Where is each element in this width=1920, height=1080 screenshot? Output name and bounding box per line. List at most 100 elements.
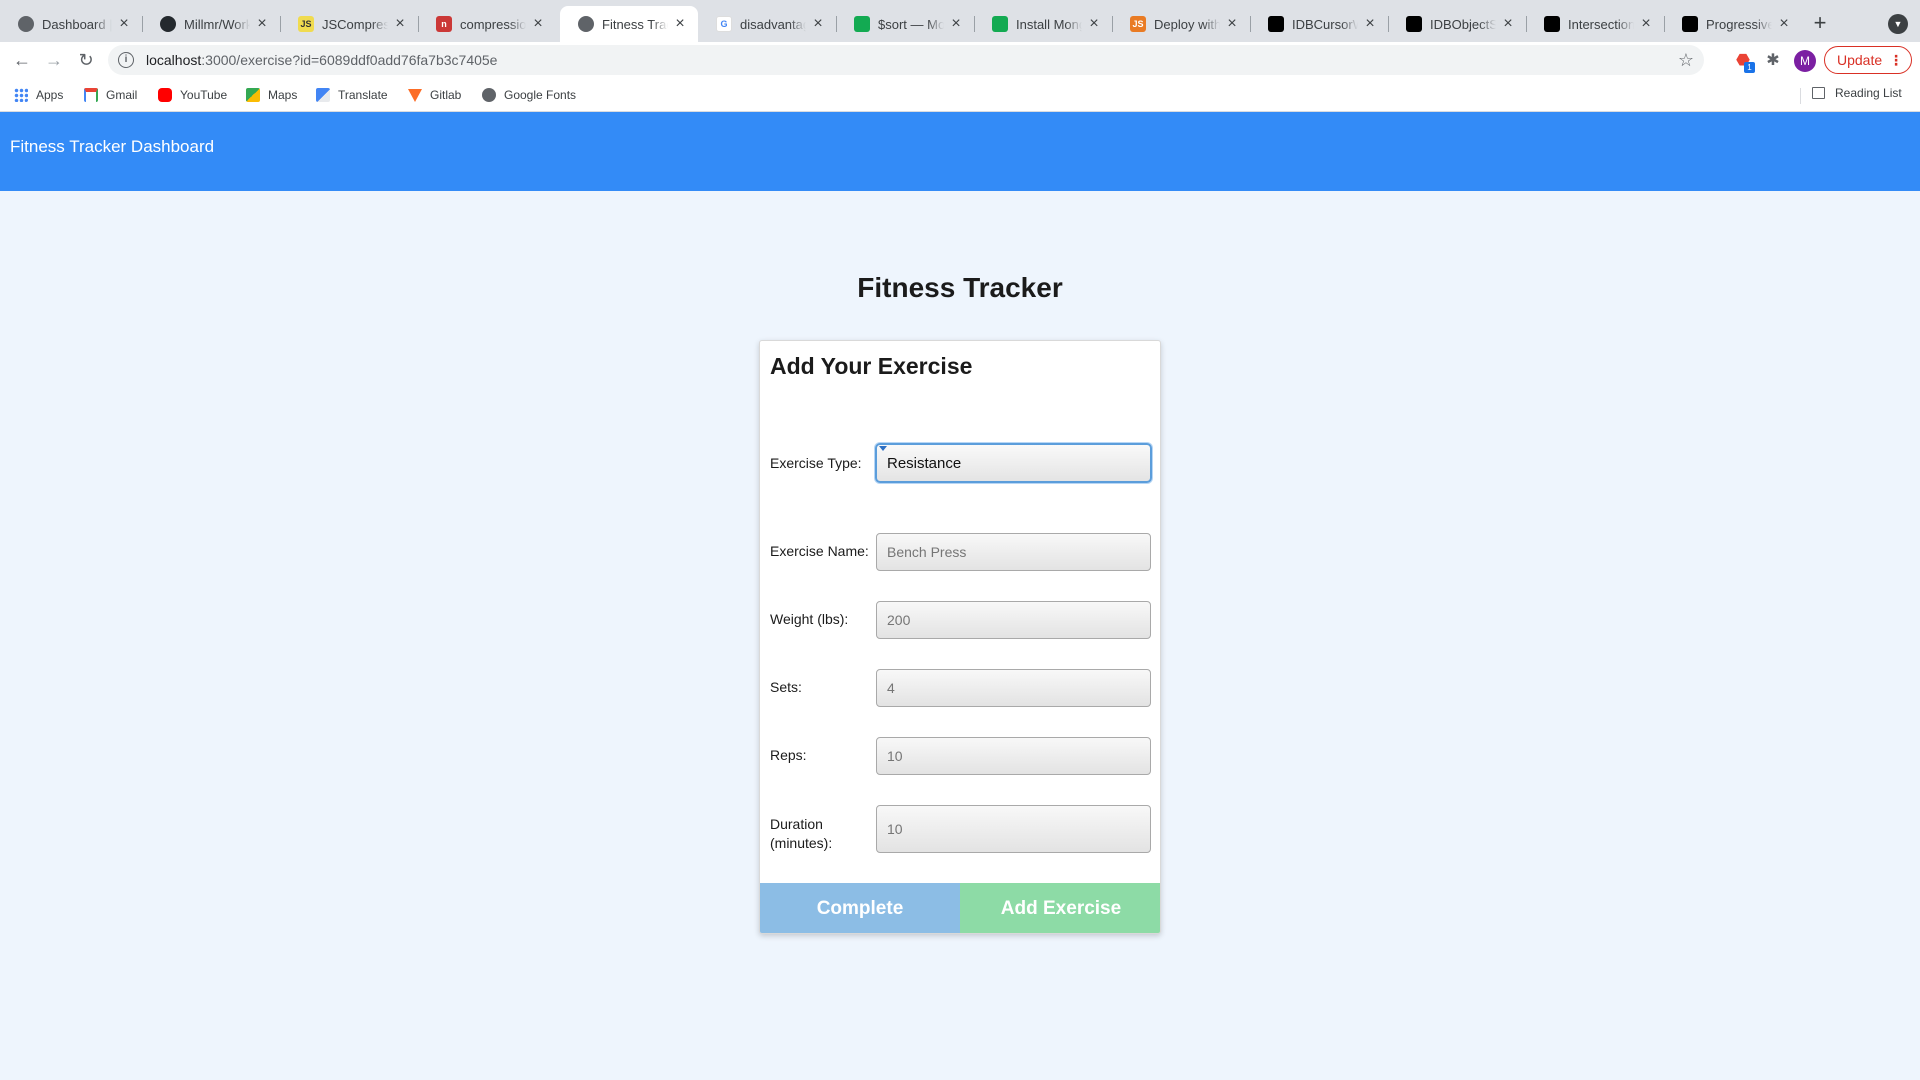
extension-icon[interactable]: ⬣ 1: [1732, 50, 1755, 73]
sets-input[interactable]: [876, 669, 1151, 707]
bookmark-apps[interactable]: Apps: [14, 86, 63, 104]
tab-dashboard[interactable]: Dashboard | Heroku ×: [0, 6, 142, 42]
duration-label-line-1: Duration: [770, 816, 823, 832]
back-icon[interactable]: ←: [10, 48, 34, 72]
tab-title: Progressive Web Apps: [1706, 16, 1772, 32]
close-icon[interactable]: ×: [1776, 15, 1792, 33]
tab-mongodb-sort[interactable]: $sort — MongoDB ×: [836, 6, 974, 42]
close-icon[interactable]: ×: [1638, 15, 1654, 33]
tab-deploy-heroku[interactable]: JS Deploy with Heroku ×: [1112, 6, 1250, 42]
bookmarks-bar: Apps Gmail YouTube Maps Translate Gitlab…: [0, 78, 1920, 112]
close-icon[interactable]: ×: [530, 15, 546, 33]
mdn-icon: [1544, 16, 1560, 32]
apps-grid-icon: [14, 88, 28, 102]
tab-idbobjectstore[interactable]: IDBObjectStore ×: [1388, 6, 1526, 42]
tab-install-mongodb[interactable]: Install MongoDB ×: [974, 6, 1112, 42]
duration-label-line-2: (minutes):: [770, 835, 833, 851]
globe-icon: [18, 16, 34, 32]
tab-title: Install MongoDB: [1016, 16, 1082, 32]
dropdown-caret-icon: [879, 446, 887, 451]
bookmark-gitlab[interactable]: Gitlab: [408, 86, 461, 104]
npm-icon: n: [436, 16, 452, 32]
url-text[interactable]: localhost:3000/exercise?id=6089ddf0add76…: [146, 52, 1678, 68]
add-exercise-button[interactable]: Add Exercise: [960, 883, 1160, 933]
tab-github[interactable]: Millmr/Workout ×: [142, 6, 280, 42]
mongodb-icon: [854, 16, 870, 32]
bookmark-label: Apps: [36, 88, 64, 102]
close-icon[interactable]: ×: [1362, 15, 1378, 33]
close-icon[interactable]: ×: [1086, 15, 1102, 33]
tab-title: Fitness Tracker: [602, 16, 668, 32]
mdn-icon: [1682, 16, 1698, 32]
complete-button[interactable]: Complete: [760, 883, 960, 933]
close-icon[interactable]: ×: [948, 15, 964, 33]
maps-icon: [246, 88, 260, 102]
bookmark-translate[interactable]: Translate: [316, 86, 388, 104]
tab-title: IDBObjectStore: [1430, 16, 1496, 32]
bookmark-youtube[interactable]: YouTube: [158, 86, 227, 104]
exercise-name-label: Exercise Name:: [770, 543, 869, 559]
gitlab-icon: [408, 88, 422, 102]
tab-progressive[interactable]: Progressive Web Apps ×: [1664, 6, 1802, 42]
new-tab-button[interactable]: +: [1808, 12, 1832, 36]
avatar[interactable]: M: [1794, 50, 1816, 72]
tab-disadvantages[interactable]: G disadvantages ×: [698, 6, 836, 42]
bookmark-maps[interactable]: Maps: [246, 86, 297, 104]
tab-title: compression: [460, 16, 526, 32]
bookmark-label: Gmail: [106, 88, 138, 102]
tab-title: Millmr/Workout: [184, 16, 250, 32]
sets-label: Sets:: [770, 679, 802, 695]
close-icon[interactable]: ×: [254, 15, 270, 33]
reps-input[interactable]: [876, 737, 1151, 775]
tab-title: disadvantages: [740, 16, 806, 32]
tab-title: Intersection Observer: [1568, 16, 1634, 32]
navbar-brand-link[interactable]: Fitness Tracker Dashboard: [10, 137, 214, 157]
exercise-type-select[interactable]: Resistance: [875, 443, 1152, 483]
tab-compression[interactable]: n compression ×: [418, 6, 556, 42]
tab-idbcursor[interactable]: IDBCursorWithValue ×: [1250, 6, 1388, 42]
tab-intersection[interactable]: Intersection Observer ×: [1526, 6, 1664, 42]
exercise-type-value: Resistance: [887, 454, 962, 472]
gmail-icon: [84, 88, 98, 102]
duration-label: Duration (minutes):: [770, 815, 832, 853]
github-icon: [160, 16, 176, 32]
bookmark-star-icon[interactable]: ☆: [1678, 50, 1694, 71]
info-icon[interactable]: i: [118, 52, 134, 68]
address-bar[interactable]: i localhost:3000/exercise?id=6089ddf0add…: [108, 45, 1704, 75]
exercise-name-input[interactable]: [876, 533, 1151, 571]
weight-label: Weight (lbs):: [770, 611, 849, 627]
bookmark-google-fonts[interactable]: Google Fonts: [482, 86, 576, 104]
close-icon[interactable]: ×: [672, 15, 688, 33]
update-label: Update: [1837, 52, 1883, 68]
globe-icon: [578, 16, 594, 32]
js-icon: JS: [298, 16, 314, 32]
close-icon[interactable]: ×: [810, 15, 826, 33]
more-icon: ⋮: [1889, 52, 1903, 68]
extension-badge: 1: [1744, 62, 1755, 73]
app-navbar: Fitness Tracker Dashboard: [0, 112, 1920, 191]
bookmark-label: YouTube: [180, 88, 228, 102]
duration-input[interactable]: [876, 805, 1151, 853]
tab-search-icon[interactable]: ▼: [1888, 14, 1908, 34]
puzzle-icon[interactable]: ✱: [1762, 50, 1784, 72]
close-icon[interactable]: ×: [1224, 15, 1240, 33]
tab-title: IDBCursorWithValue: [1292, 16, 1358, 32]
bookmark-label: Gitlab: [430, 88, 462, 102]
close-icon[interactable]: ×: [1500, 15, 1516, 33]
close-icon[interactable]: ×: [392, 15, 408, 33]
reload-icon[interactable]: ↻: [74, 48, 98, 72]
bookmark-gmail[interactable]: Gmail: [84, 86, 137, 104]
reps-label: Reps:: [770, 747, 807, 763]
close-icon[interactable]: ×: [116, 15, 132, 33]
bookmark-label: Translate: [338, 88, 388, 102]
forward-icon[interactable]: →: [42, 48, 66, 72]
mdn-icon: [1406, 16, 1422, 32]
reading-list-button[interactable]: Reading List: [1812, 86, 1902, 100]
tab-jscompress[interactable]: JS JSCompress ×: [280, 6, 418, 42]
weight-input[interactable]: [876, 601, 1151, 639]
exercise-type-label: Exercise Type:: [770, 455, 862, 471]
bookmark-label: Maps: [268, 88, 298, 102]
tab-title: $sort — MongoDB: [878, 16, 944, 32]
translate-icon: [316, 88, 330, 102]
update-button[interactable]: Update ⋮: [1824, 46, 1912, 74]
